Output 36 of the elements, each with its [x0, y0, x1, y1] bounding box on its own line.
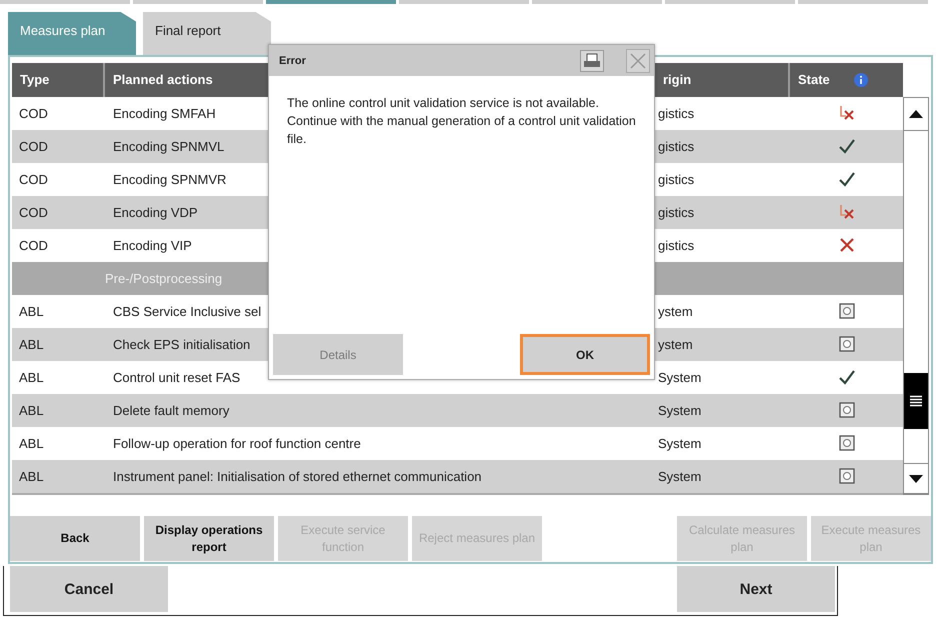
origin-cell: ystem	[658, 304, 693, 319]
origin-cell: System	[658, 402, 702, 418]
origin-cell: gistics	[658, 172, 694, 187]
origin-cell: System	[658, 468, 702, 484]
type-cell: COD	[19, 138, 48, 154]
origin-cell: gistics	[658, 138, 694, 154]
column-header: State	[790, 63, 903, 97]
action-cell: Check EPS initialisation	[113, 336, 250, 352]
action-cell: Delete fault memory	[113, 402, 230, 418]
type-cell: ABL	[19, 402, 44, 418]
origin-cell: System	[658, 436, 702, 451]
type-cell: COD	[19, 106, 48, 121]
origin-cell: gistics	[658, 238, 694, 253]
type-cell: ABL	[19, 436, 44, 451]
type-cell: COD	[19, 238, 48, 253]
origin-cell: gistics	[658, 204, 694, 220]
type-cell: ABL	[19, 468, 44, 484]
action-cell: Encoding VIP	[113, 238, 192, 253]
action-cell: Follow-up operation for roof function centre	[113, 436, 361, 451]
action-cell: Encoding SPNMVL	[113, 138, 224, 154]
origin-cell: ystem	[658, 336, 693, 352]
origin-cell: System	[658, 370, 702, 385]
action-cell: Encoding SMFAH	[113, 106, 216, 121]
error-message: The online control unit validation service is not available. Continue with the manual generation of a control unit validation file.	[287, 95, 637, 148]
action-cell: Instrument panel: Initialisation of stored ethernet communication	[113, 468, 482, 484]
group-label: Pre-/Postprocessing	[105, 270, 222, 286]
type-cell: ABL	[19, 304, 44, 319]
type-cell: ABL	[19, 370, 44, 385]
action-cell: CBS Service Inclusive sel	[113, 304, 262, 319]
origin-cell: gistics	[658, 106, 694, 121]
type-cell: COD	[19, 172, 48, 187]
action-cell: Encoding SPNMVR	[113, 172, 226, 187]
action-cell: Encoding VDP	[113, 204, 198, 220]
type-cell: COD	[19, 204, 48, 220]
action-cell: Control unit reset FAS	[113, 370, 240, 385]
type-cell: ABL	[19, 336, 44, 352]
